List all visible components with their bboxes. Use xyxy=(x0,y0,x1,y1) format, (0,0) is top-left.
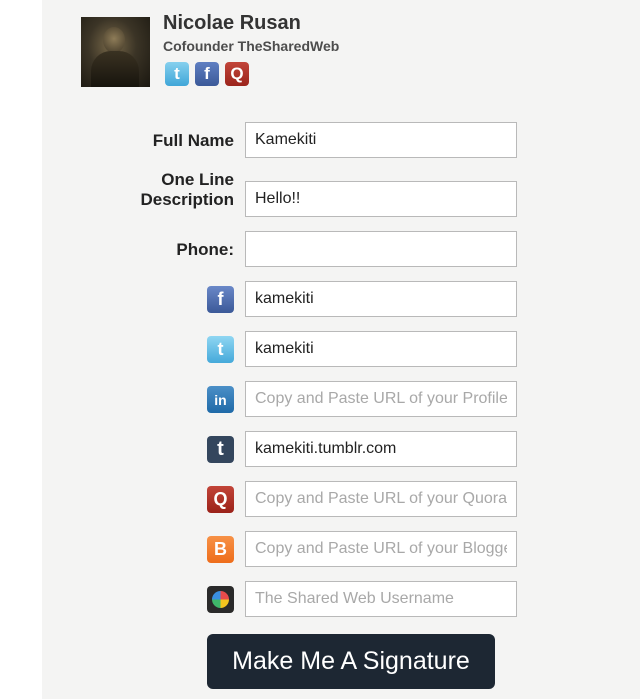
quora-icon[interactable]: Q xyxy=(225,62,249,86)
description-label: One Line Description xyxy=(140,170,234,210)
sharedweb-orb xyxy=(212,591,229,608)
description-label-line2: Description xyxy=(140,190,234,209)
facebook-icon: f xyxy=(207,286,234,313)
twitter-icon: t xyxy=(207,336,234,363)
twitter-icon[interactable]: t xyxy=(165,62,189,86)
facebook-icon[interactable]: f xyxy=(195,62,219,86)
avatar xyxy=(81,17,150,87)
facebook-input[interactable] xyxy=(245,281,517,317)
blogger-icon: B xyxy=(207,536,234,563)
avatar-head xyxy=(103,27,125,53)
linkedin-input[interactable] xyxy=(245,381,517,417)
profile-name: Nicolae Rusan xyxy=(163,12,301,34)
phone-label: Phone: xyxy=(176,240,234,259)
make-signature-button[interactable]: Make Me A Signature xyxy=(207,634,495,689)
sharedweb-input[interactable] xyxy=(245,581,517,617)
sharedweb-icon xyxy=(207,586,234,613)
full-name-label: Full Name xyxy=(152,131,234,150)
full-name-input[interactable] xyxy=(245,122,517,158)
tumblr-icon: t xyxy=(207,436,234,463)
description-label-line1: One Line xyxy=(161,170,234,189)
quora-input[interactable] xyxy=(245,481,517,517)
tumblr-input[interactable] xyxy=(245,431,517,467)
blogger-input[interactable] xyxy=(245,531,517,567)
phone-input[interactable] xyxy=(245,231,517,267)
quora-icon: Q xyxy=(207,486,234,513)
linkedin-icon: in xyxy=(207,386,234,413)
profile-title: Cofounder TheSharedWeb xyxy=(163,38,340,54)
description-input[interactable] xyxy=(245,181,517,217)
avatar-body xyxy=(91,51,139,87)
twitter-input[interactable] xyxy=(245,331,517,367)
